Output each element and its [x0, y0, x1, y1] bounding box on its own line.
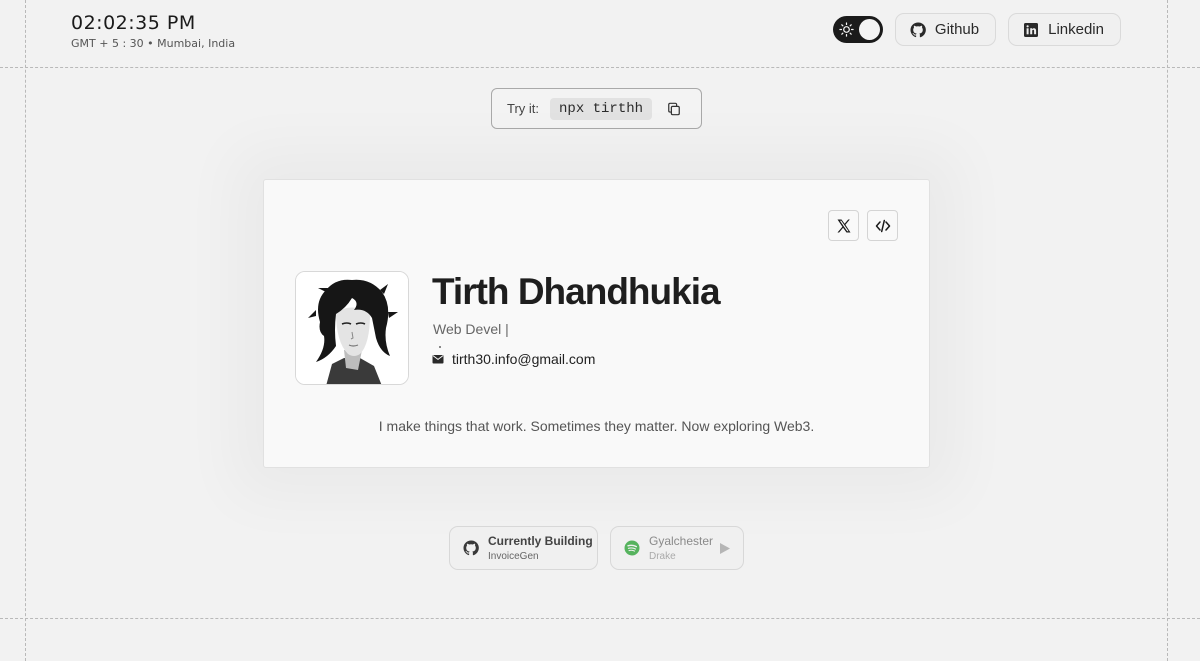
currently-building-chip[interactable]: Currently Building InvoiceGen — [449, 526, 598, 570]
clock-timezone: GMT + 5 : 30 • Mumbai, India — [71, 37, 236, 50]
profile-role: Web Devel | — [433, 321, 509, 337]
header-actions: Github Linkedin — [832, 13, 1121, 46]
x-profile-button[interactable] — [828, 210, 859, 241]
card-actions — [828, 210, 898, 241]
music-text: Gyalchester Drake — [649, 534, 713, 562]
github-icon — [463, 540, 479, 556]
profile-tagline: I make things that work. Sometimes they … — [378, 418, 815, 434]
source-code-button[interactable] — [867, 210, 898, 241]
building-text: Currently Building InvoiceGen — [488, 534, 593, 562]
mail-icon — [432, 355, 444, 364]
profile-card: Tirth Dhandhukia Web Devel | tirth30.inf… — [263, 179, 930, 468]
github-icon — [910, 21, 926, 37]
try-it-box: Try it: npx tirthh — [491, 88, 702, 129]
linkedin-button[interactable]: Linkedin — [1008, 13, 1121, 46]
guide-line-top — [0, 67, 1200, 68]
toggle-knob — [858, 19, 880, 40]
try-it-command[interactable]: npx tirthh — [550, 97, 653, 120]
play-icon[interactable] — [720, 543, 730, 554]
guide-line-left — [25, 0, 26, 661]
email-row[interactable]: tirth30.info@gmail.com — [432, 351, 595, 367]
now-playing-chip[interactable]: Gyalchester Drake — [610, 526, 744, 570]
profile-email[interactable]: tirth30.info@gmail.com — [452, 351, 595, 367]
linkedin-label: Linkedin — [1048, 21, 1104, 38]
spotify-icon — [624, 540, 640, 556]
music-title: Gyalchester — [649, 534, 714, 548]
profile-name: Tirth Dhandhukia — [432, 271, 721, 312]
copy-icon[interactable] — [667, 102, 681, 116]
github-label: Github — [934, 21, 980, 38]
avatar-illustration — [296, 272, 408, 384]
sun-icon — [839, 22, 854, 37]
avatar — [295, 271, 409, 385]
cursor-dot — [439, 346, 441, 348]
clock: 02:02:35 PM GMT + 5 : 30 • Mumbai, India — [71, 12, 235, 50]
try-it-label: Try it: — [507, 101, 540, 116]
x-logo-icon — [837, 219, 850, 232]
theme-toggle[interactable] — [832, 16, 883, 43]
guide-line-right — [1167, 0, 1168, 661]
building-project: InvoiceGen — [488, 551, 539, 562]
guide-line-bottom — [0, 618, 1200, 619]
music-artist: Drake — [649, 551, 676, 562]
code-icon — [875, 219, 890, 232]
building-title: Currently Building — [488, 534, 593, 548]
clock-time: 02:02:35 PM — [71, 12, 196, 34]
github-button[interactable]: Github — [894, 13, 997, 46]
linkedin-icon — [1024, 22, 1039, 37]
page: 02:02:35 PM GMT + 5 : 30 • Mumbai, India… — [0, 0, 1200, 661]
